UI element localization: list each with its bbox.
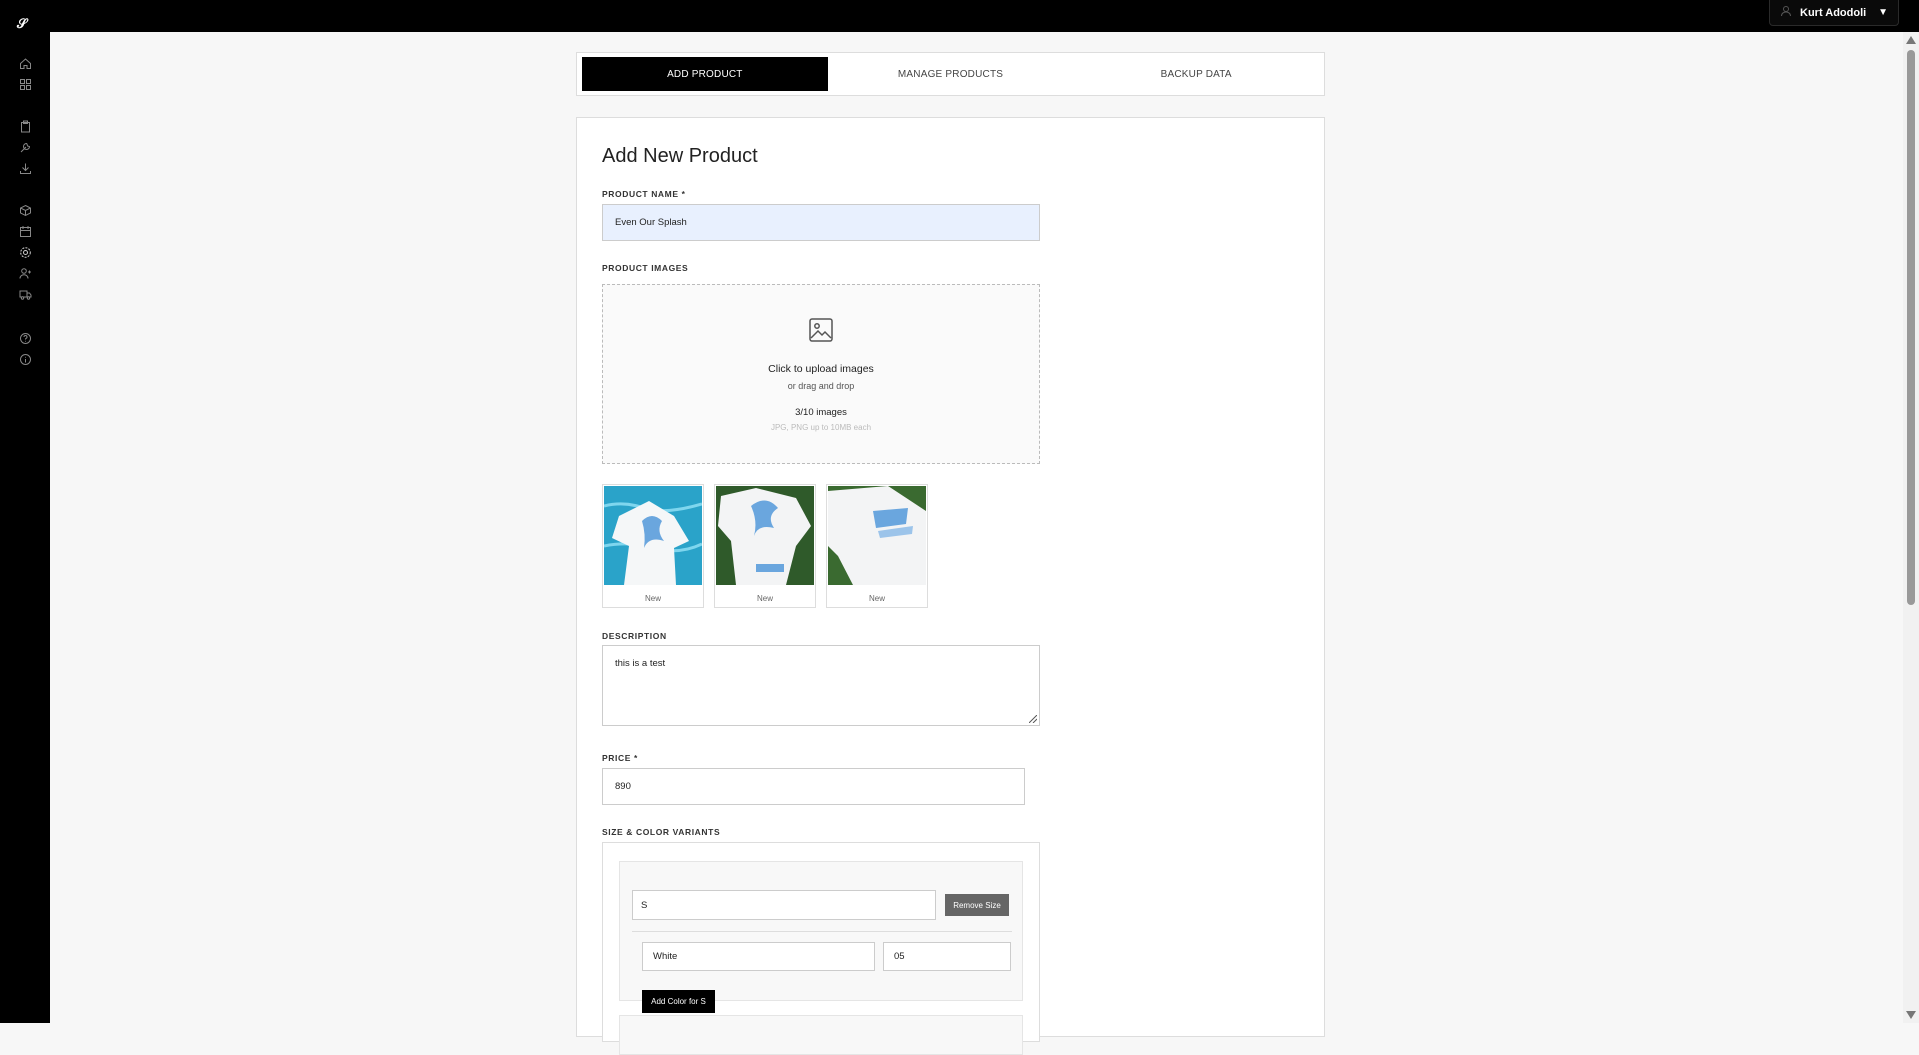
user-add-icon[interactable] (19, 267, 32, 280)
size-input[interactable]: S (632, 890, 936, 920)
product-image-grass-tshirt-front (716, 486, 814, 585)
quantity-input[interactable]: 05 (883, 942, 1011, 971)
product-name-label: PRODUCT NAME * (602, 189, 686, 199)
gear-icon[interactable] (19, 246, 32, 259)
info-icon[interactable] (19, 353, 32, 366)
product-name-input[interactable]: Even Our Splash (602, 204, 1040, 241)
calendar-icon[interactable] (19, 225, 32, 238)
thumbnail-caption: New (868, 594, 885, 603)
image-count: 3/10 images (795, 407, 847, 418)
scroll-down-arrow[interactable] (1906, 1011, 1916, 1019)
description-textarea[interactable]: this is a test (602, 645, 1040, 726)
size-variant-block (619, 1015, 1023, 1055)
upload-title: Click to upload images (768, 363, 874, 375)
thumbnail-caption: New (756, 594, 773, 603)
grid-icon[interactable] (19, 78, 32, 91)
size-variant-block: S Remove Size White 05 Add Color for S (619, 861, 1023, 1013)
wrench-icon[interactable] (19, 141, 32, 154)
image-thumbnail[interactable]: New (602, 484, 704, 608)
box-icon[interactable] (19, 204, 32, 217)
truck-icon[interactable] (19, 288, 32, 301)
upload-subtitle: or drag and drop (787, 381, 855, 391)
page-title: Add New Product (602, 145, 758, 167)
image-thumbnail[interactable]: New (714, 484, 816, 608)
page-scrollbar[interactable] (1903, 32, 1919, 1023)
clipboard-icon[interactable] (19, 120, 32, 133)
user-menu[interactable]: Kurt Adodoli ▼ (1769, 0, 1899, 26)
variants-section: S Remove Size White 05 Add Color for S (602, 842, 1040, 1055)
tab-manage-products[interactable]: MANAGE PRODUCTS (828, 57, 1074, 91)
add-color-button[interactable]: Add Color for S (642, 990, 715, 1013)
user-icon (1780, 5, 1792, 20)
chevron-down-icon: ▼ (1878, 7, 1888, 18)
description-label: DESCRIPTION (602, 631, 667, 641)
help-icon[interactable] (19, 332, 32, 345)
top-bar: Kurt Adodoli ▼ (0, 0, 1919, 32)
remove-size-button[interactable]: Remove Size (945, 894, 1009, 916)
image-upload-dropzone[interactable]: Click to upload images or drag and drop … (602, 284, 1040, 464)
resize-grip-icon[interactable] (1029, 715, 1037, 723)
product-images-label: PRODUCT IMAGES (602, 263, 689, 273)
user-name: Kurt Adodoli (1800, 6, 1867, 19)
upload-hint: JPG, PNG up to 10MB each (770, 423, 872, 432)
product-image-pool-tshirt (604, 486, 702, 585)
description-text: this is a test (615, 658, 666, 669)
product-image-grass-tshirt-back (828, 486, 926, 585)
home-icon[interactable] (19, 57, 32, 70)
color-input[interactable]: White (642, 942, 875, 971)
variants-label: SIZE & COLOR VARIANTS (602, 827, 721, 837)
thumbnail-caption: New (644, 594, 661, 603)
sidebar: 𝒮 (0, 0, 50, 1023)
tab-add-product[interactable]: ADD PRODUCT (582, 57, 828, 91)
tab-backup-data[interactable]: BACKUP DATA (1073, 57, 1319, 91)
image-icon (808, 317, 834, 343)
admin-tabs: ADD PRODUCT MANAGE PRODUCTS BACKUP DATA (576, 52, 1325, 96)
add-product-form: Add New Product PRODUCT NAME * Even Our … (576, 117, 1325, 1055)
download-icon[interactable] (19, 162, 32, 175)
price-label: PRICE * (602, 753, 638, 763)
scroll-thumb[interactable] (1907, 50, 1915, 605)
image-thumbnail[interactable]: New (826, 484, 928, 608)
scroll-up-arrow[interactable] (1906, 36, 1916, 44)
price-input[interactable]: 890 (602, 768, 1025, 805)
divider (632, 931, 1012, 932)
app-logo[interactable]: 𝒮 (17, 16, 27, 32)
